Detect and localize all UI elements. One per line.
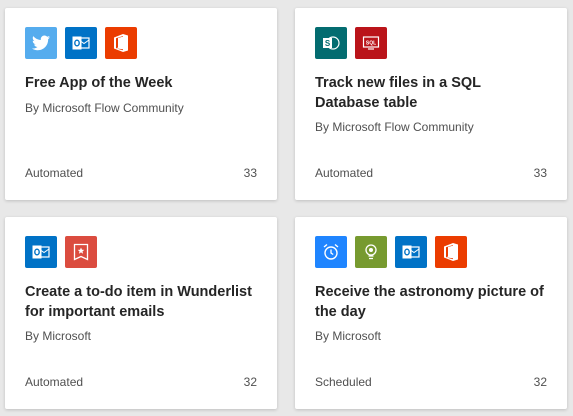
flow-type: Automated bbox=[315, 166, 374, 180]
outlook-icon bbox=[395, 236, 427, 268]
template-card[interactable]: Receive the astronomy picture of the day… bbox=[295, 217, 567, 409]
twitter-icon bbox=[25, 27, 57, 59]
card-title: Track new files in a SQL Database table bbox=[315, 75, 481, 111]
card-title: Free App of the Week bbox=[25, 75, 173, 91]
sharepoint-icon: S bbox=[315, 27, 347, 59]
alarm-clock-icon bbox=[315, 236, 347, 268]
card-footer: Automated 33 bbox=[25, 166, 257, 180]
connector-icons bbox=[25, 27, 258, 59]
connector-icons: S SQL bbox=[315, 27, 548, 59]
usage-count: 32 bbox=[243, 375, 257, 389]
usage-count: 33 bbox=[533, 166, 547, 180]
template-card[interactable]: Create a to-do item in Wunderlist for im… bbox=[5, 217, 277, 409]
card-footer: Scheduled 32 bbox=[315, 375, 547, 389]
svg-text:SQL: SQL bbox=[366, 41, 376, 47]
office365-icon bbox=[435, 236, 467, 268]
template-card[interactable]: S SQL Track new files in a SQL Database … bbox=[295, 8, 567, 200]
outlook-icon bbox=[65, 27, 97, 59]
outlook-icon bbox=[25, 236, 57, 268]
card-footer: Automated 32 bbox=[25, 375, 257, 389]
flow-type: Scheduled bbox=[315, 375, 372, 389]
connector-icons bbox=[315, 236, 548, 268]
card-author: By Microsoft Flow Community bbox=[315, 120, 474, 134]
lightbulb-icon bbox=[355, 236, 387, 268]
template-grid: Free App of the Week By Microsoft Flow C… bbox=[0, 0, 573, 416]
card-author: By Microsoft bbox=[315, 329, 382, 343]
wunderlist-icon bbox=[65, 236, 97, 268]
card-title: Receive the astronomy picture of the day bbox=[315, 284, 544, 320]
office365-icon bbox=[105, 27, 137, 59]
sql-database-icon: SQL bbox=[355, 27, 387, 59]
card-author: By Microsoft Flow Community bbox=[25, 100, 184, 115]
svg-text:S: S bbox=[325, 39, 331, 48]
usage-count: 32 bbox=[533, 375, 547, 389]
flow-type: Automated bbox=[25, 166, 84, 180]
card-title: Create a to-do item in Wunderlist for im… bbox=[25, 284, 252, 320]
connector-icons bbox=[25, 236, 258, 268]
card-footer: Automated 33 bbox=[315, 166, 547, 180]
flow-type: Automated bbox=[25, 375, 84, 389]
usage-count: 33 bbox=[243, 166, 257, 180]
template-card[interactable]: Free App of the Week By Microsoft Flow C… bbox=[5, 8, 277, 200]
card-author: By Microsoft bbox=[25, 329, 92, 343]
